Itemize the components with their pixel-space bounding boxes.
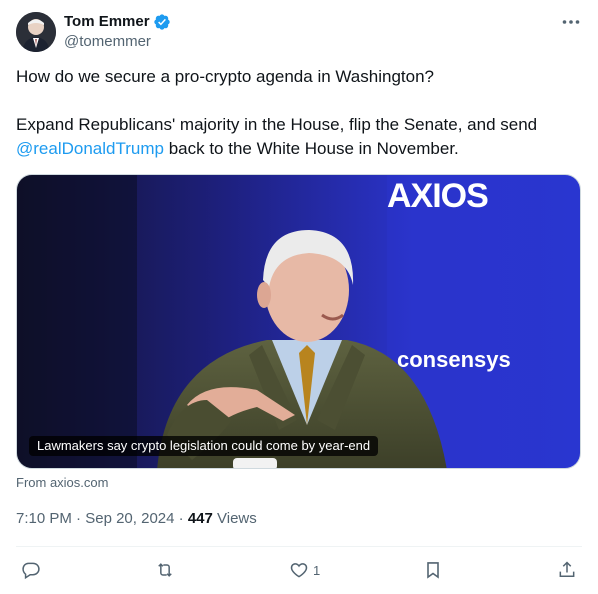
actions-divider xyxy=(16,546,582,547)
avatar-photo-icon xyxy=(16,12,56,52)
tweet-text: How do we secure a pro-crypto agenda in … xyxy=(16,65,582,161)
author-display-name-row[interactable]: Tom Emmer xyxy=(64,13,171,31)
tweet-text-line2: Expand Republicans' majority in the Hous… xyxy=(16,113,582,161)
mention-link[interactable]: @realDonaldTrump xyxy=(16,139,164,158)
card-source[interactable]: From axios.com xyxy=(16,475,108,490)
author-display-name[interactable]: Tom Emmer xyxy=(64,13,150,31)
share-icon xyxy=(559,561,575,577)
bookmark-button[interactable] xyxy=(423,558,447,582)
timestamp-time[interactable]: 7:10 PM xyxy=(16,510,72,527)
tweet-text-part1: Expand Republicans' majority in the Hous… xyxy=(16,115,538,134)
like-button[interactable]: 1 xyxy=(289,558,320,582)
tweet-text-part2: back to the White House in November. xyxy=(163,139,459,158)
timestamp-date[interactable]: Sep 20, 2024 xyxy=(85,510,174,527)
meta-separator: · xyxy=(76,510,82,527)
more-options-button[interactable] xyxy=(560,12,582,32)
share-button[interactable] xyxy=(557,558,577,582)
author-handle[interactable]: @tomemmer xyxy=(64,32,171,52)
action-bar: 1 xyxy=(16,558,582,582)
reply-button[interactable] xyxy=(21,558,45,582)
tweet-meta: 7:10 PM · Sep 20, 2024 · 447 Views xyxy=(16,509,257,529)
bookmark-icon xyxy=(427,562,439,579)
like-count: 1 xyxy=(313,562,321,578)
backdrop-sponsor-text: consensys xyxy=(397,347,511,372)
reply-icon xyxy=(22,562,40,580)
verified-badge-icon xyxy=(153,14,170,30)
retweet-button[interactable] xyxy=(155,558,179,582)
card-caption: Lawmakers say crypto legislation could c… xyxy=(29,436,379,456)
more-dots-icon xyxy=(562,20,580,24)
tweet-header: Tom Emmer @tomemmer xyxy=(16,12,582,54)
views-count: 447 xyxy=(187,510,213,527)
retweet-icon xyxy=(158,563,172,577)
author-names: Tom Emmer @tomemmer xyxy=(64,13,171,52)
tweet-text-line1: How do we secure a pro-crypto agenda in … xyxy=(16,67,434,86)
card-photo: AXIOS consensys xyxy=(17,175,580,468)
heart-icon xyxy=(290,563,308,578)
author-avatar[interactable] xyxy=(16,12,56,52)
link-card[interactable]: AXIOS consensys Lawmakers say crypto leg… xyxy=(16,174,581,469)
views-label: Views xyxy=(217,510,257,527)
meta-separator: · xyxy=(178,510,184,527)
backdrop-brand-text: AXIOS xyxy=(387,177,488,215)
